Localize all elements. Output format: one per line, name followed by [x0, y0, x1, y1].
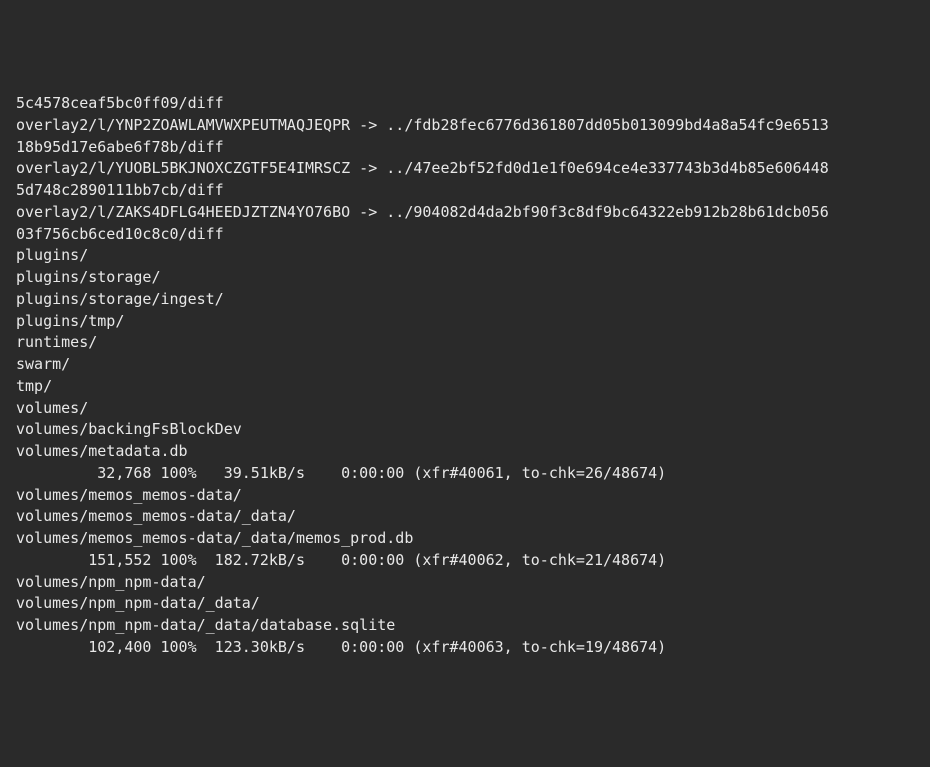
terminal-output: 5c4578ceaf5bc0ff09/diffoverlay2/l/YNP2ZO…	[16, 93, 914, 659]
terminal-line: 5c4578ceaf5bc0ff09/diff	[16, 93, 914, 115]
terminal-line: 102,400 100% 123.30kB/s 0:00:00 (xfr#400…	[16, 637, 914, 659]
terminal-line: volumes/memos_memos-data/	[16, 485, 914, 507]
terminal-line: plugins/storage/	[16, 267, 914, 289]
terminal-line: volumes/	[16, 398, 914, 420]
terminal-line: runtimes/	[16, 332, 914, 354]
terminal-line: overlay2/l/ZAKS4DFLG4HEEDJZTZN4YO76BO ->…	[16, 202, 914, 224]
terminal-line: 151,552 100% 182.72kB/s 0:00:00 (xfr#400…	[16, 550, 914, 572]
terminal-line: volumes/npm_npm-data/	[16, 572, 914, 594]
terminal-line: volumes/backingFsBlockDev	[16, 419, 914, 441]
terminal-line: overlay2/l/YNP2ZOAWLAMVWXPEUTMAQJEQPR ->…	[16, 115, 914, 137]
terminal-line: plugins/storage/ingest/	[16, 289, 914, 311]
terminal-line: volumes/metadata.db	[16, 441, 914, 463]
terminal-line: 32,768 100% 39.51kB/s 0:00:00 (xfr#40061…	[16, 463, 914, 485]
terminal-line: volumes/npm_npm-data/_data/database.sqli…	[16, 615, 914, 637]
terminal-line: plugins/	[16, 245, 914, 267]
terminal-line: 18b95d17e6abe6f78b/diff	[16, 137, 914, 159]
terminal-line: volumes/npm_npm-data/_data/	[16, 593, 914, 615]
terminal-line: 5d748c2890111bb7cb/diff	[16, 180, 914, 202]
terminal-line: tmp/	[16, 376, 914, 398]
terminal-line: volumes/memos_memos-data/_data/	[16, 506, 914, 528]
terminal-line: swarm/	[16, 354, 914, 376]
terminal-line: overlay2/l/YUOBL5BKJNOXCZGTF5E4IMRSCZ ->…	[16, 158, 914, 180]
terminal-line: 03f756cb6ced10c8c0/diff	[16, 224, 914, 246]
terminal-line: plugins/tmp/	[16, 311, 914, 333]
terminal-line: volumes/memos_memos-data/_data/memos_pro…	[16, 528, 914, 550]
